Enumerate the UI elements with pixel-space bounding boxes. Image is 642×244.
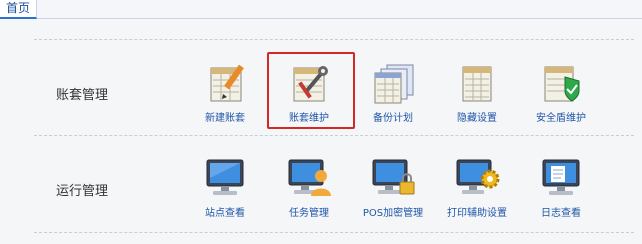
monitor-gear-icon <box>451 154 503 200</box>
item-new-account-set[interactable]: 新建账套 <box>184 59 266 124</box>
divider-top <box>34 39 634 40</box>
item-label: 日志查看 <box>541 208 581 219</box>
item-print-assist-settings[interactable]: 打印辅助设置 <box>436 154 518 219</box>
notebook-shield-icon <box>535 59 587 105</box>
divider-middle <box>34 135 634 136</box>
item-label: POS加密管理 <box>362 208 424 219</box>
item-hidden-settings[interactable]: 隐藏设置 <box>436 59 518 124</box>
stacked-notebooks-icon <box>367 59 419 105</box>
monitor-user-icon <box>283 154 335 200</box>
monitor-document-icon <box>535 154 587 200</box>
item-label: 打印辅助设置 <box>447 208 507 219</box>
item-label: 账套维护 <box>289 113 329 124</box>
section-label-runtime: 运行管理 <box>56 184 109 199</box>
item-backup-plan[interactable]: 备份计划 <box>352 59 434 124</box>
notebook-pencil-icon <box>199 59 251 105</box>
item-task-management[interactable]: 任务管理 <box>268 154 350 219</box>
item-site-view[interactable]: 站点查看 <box>184 154 266 219</box>
item-label: 隐藏设置 <box>457 113 497 124</box>
item-label: 备份计划 <box>373 113 413 124</box>
divider-bottom <box>34 232 634 233</box>
item-pos-encryption-management[interactable]: POS加密管理 <box>352 154 434 219</box>
item-security-shield-maintenance[interactable]: 安全盾维护 <box>520 59 602 124</box>
item-log-view[interactable]: 日志查看 <box>520 154 602 219</box>
item-label: 新建账套 <box>205 113 245 124</box>
monitor-icon <box>199 154 251 200</box>
notebook-wrench-icon <box>283 59 335 105</box>
tab-home[interactable]: 首页 <box>0 0 38 19</box>
section-label-account: 账套管理 <box>56 88 109 103</box>
notebook-icon <box>451 59 503 105</box>
monitor-lock-icon <box>367 154 419 200</box>
item-label: 站点查看 <box>205 208 245 219</box>
tab-bar: 首页 <box>0 0 642 19</box>
item-label: 安全盾维护 <box>536 113 586 124</box>
item-label: 任务管理 <box>289 208 329 219</box>
item-account-set-maintenance[interactable]: 账套维护 <box>268 59 350 124</box>
function-panel: 账套管理 运行管理 新建账套 账套维护 备份计划 隐藏设置 安全盾维护 站点查看… <box>34 39 634 244</box>
main-content: 账套管理 运行管理 新建账套 账套维护 备份计划 隐藏设置 安全盾维护 站点查看… <box>0 19 642 244</box>
